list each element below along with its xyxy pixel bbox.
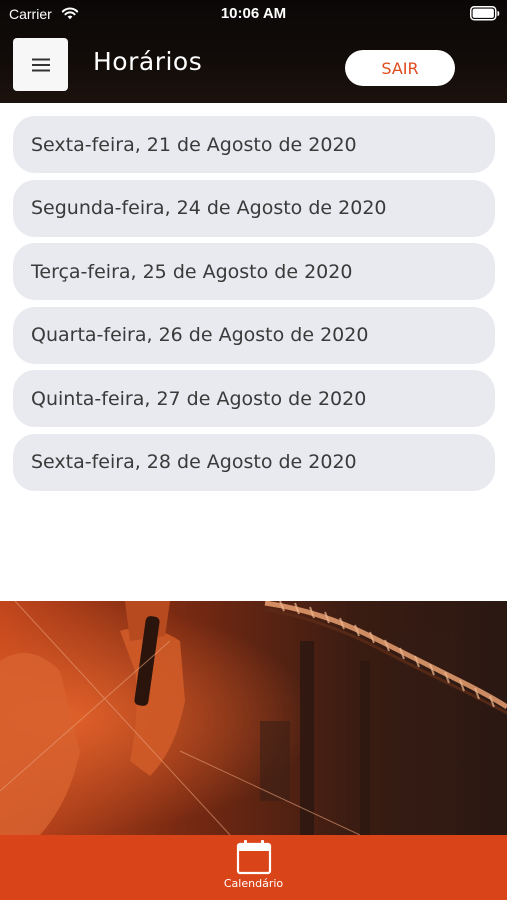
gym-banner-image <box>0 601 507 835</box>
date-item[interactable]: Segunda-feira, 24 de Agosto de 2020 <box>13 179 495 237</box>
bottom-tab-bar: Calendário <box>0 835 507 900</box>
date-item[interactable]: Quinta-feira, 27 de Agosto de 2020 <box>13 370 495 427</box>
menu-button[interactable] <box>13 38 68 91</box>
status-time: 10:06 AM <box>220 5 287 22</box>
date-list: Sexta-feira, 21 de Agosto de 2020 Segund… <box>13 116 495 497</box>
top-header-area: Carrier 10:06 AM Horários SAIR <box>0 0 507 103</box>
tab-calendar[interactable]: Calendário <box>200 835 307 900</box>
logout-button[interactable]: SAIR <box>345 50 455 86</box>
date-item[interactable]: Terça-feira, 25 de Agosto de 2020 <box>13 243 495 300</box>
status-bar: Carrier 10:06 AM <box>0 0 507 30</box>
hamburger-menu-icon <box>31 58 50 71</box>
calendar-icon <box>236 840 271 875</box>
page-title: Horários <box>93 47 203 76</box>
date-item[interactable]: Sexta-feira, 21 de Agosto de 2020 <box>13 116 495 173</box>
battery-icon <box>470 6 500 21</box>
date-item[interactable]: Sexta-feira, 28 de Agosto de 2020 <box>13 433 495 491</box>
date-item[interactable]: Quarta-feira, 26 de Agosto de 2020 <box>13 306 495 364</box>
app-screen: Carrier 10:06 AM Horários SAIR Sexta-fei… <box>0 0 507 900</box>
tab-calendar-label: Calendário <box>223 877 284 890</box>
banner-artwork <box>0 601 507 835</box>
